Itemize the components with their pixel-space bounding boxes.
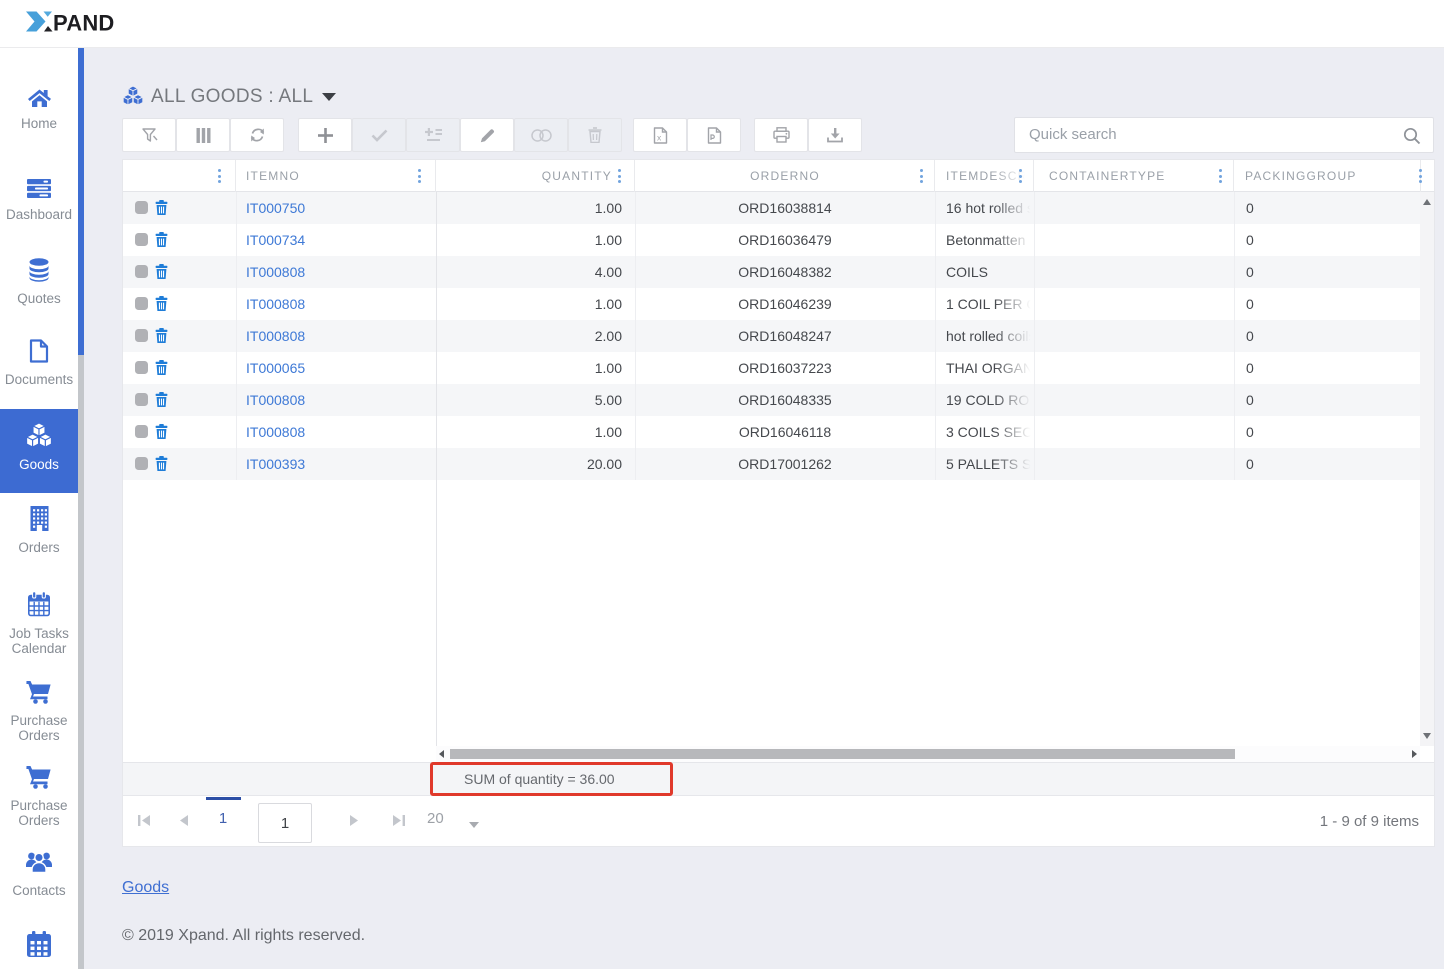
svg-text:PAND: PAND [53, 11, 115, 33]
svg-text:x: x [657, 132, 662, 142]
